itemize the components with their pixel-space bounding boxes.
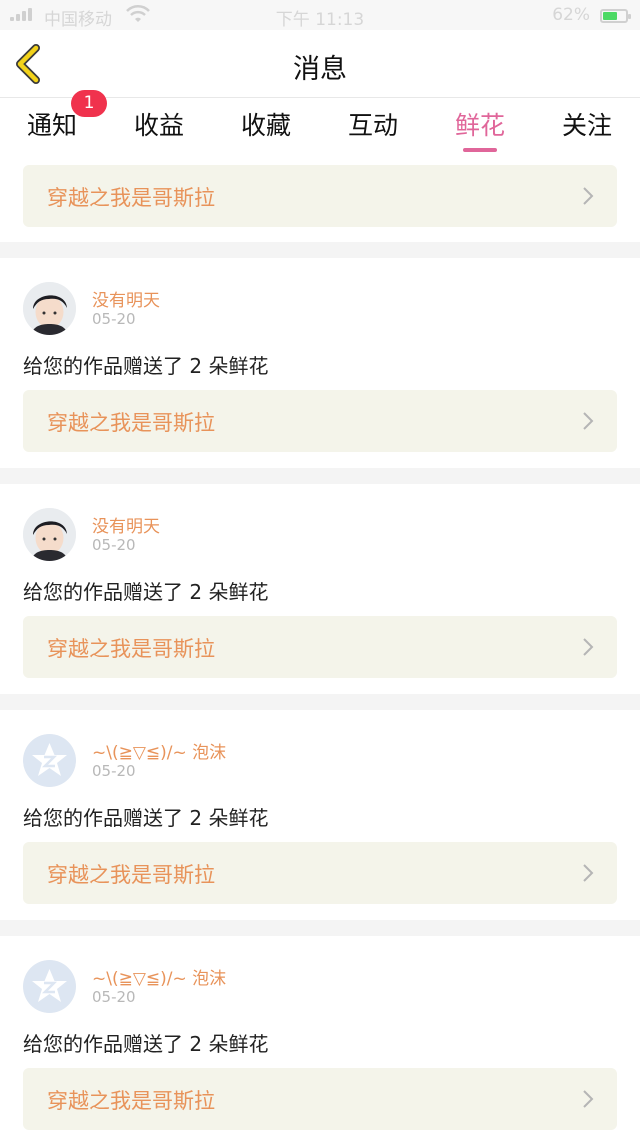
tab-indicator [463, 148, 497, 152]
tab-earnings[interactable]: 收益 [114, 106, 204, 142]
flower-message: ~\(≧▽≦)/~ 泡沫 05-20 给您的作品赠送了 2 朵鲜花 穿越之我是哥… [0, 710, 640, 920]
book-title: 穿越之我是哥斯拉 [47, 863, 215, 887]
default-star-avatar-icon [23, 960, 76, 1013]
section-divider [0, 694, 640, 710]
tab-follow[interactable]: 关注 [542, 106, 632, 142]
chevron-right-icon [583, 187, 594, 205]
chevron-right-icon [583, 864, 594, 882]
section-divider [0, 242, 640, 258]
notification-badge: 1 [71, 90, 107, 117]
book-card[interactable]: 穿越之我是哥斯拉 [23, 842, 617, 904]
message-text: 给您的作品赠送了 2 朵鲜花 [23, 580, 269, 604]
avatar[interactable] [23, 282, 76, 335]
section-divider [0, 920, 640, 936]
tab-favorites[interactable]: 收藏 [221, 106, 311, 142]
username[interactable]: 没有明天 [92, 286, 160, 311]
book-title: 穿越之我是哥斯拉 [47, 411, 215, 435]
username[interactable]: ~\(≧▽≦)/~ 泡沫 [92, 738, 226, 763]
tab-label: 收藏 [240, 111, 291, 140]
boy-photo-icon [23, 508, 76, 561]
battery-percent: 62% [552, 5, 590, 25]
tab-label: 收益 [133, 111, 184, 140]
message-date: 05-20 [92, 310, 136, 328]
battery-icon [600, 9, 631, 23]
book-card[interactable]: 穿越之我是哥斯拉 [23, 390, 617, 452]
chevron-right-icon [583, 412, 594, 430]
book-card[interactable]: 穿越之我是哥斯拉 [23, 616, 617, 678]
page-title: 消息 [293, 54, 347, 85]
book-title: 穿越之我是哥斯拉 [47, 1089, 215, 1113]
tab-label: 关注 [561, 111, 612, 140]
avatar[interactable] [23, 734, 76, 787]
boy-photo-icon [23, 282, 76, 335]
message-text: 给您的作品赠送了 2 朵鲜花 [23, 806, 269, 830]
message-date: 05-20 [92, 536, 136, 554]
message-date: 05-20 [92, 988, 136, 1006]
message-text: 给您的作品赠送了 2 朵鲜花 [23, 354, 269, 378]
tab-label: 鲜花 [454, 111, 505, 140]
chevron-right-icon [583, 1090, 594, 1108]
flower-message: ~\(≧▽≦)/~ 泡沫 05-20 给您的作品赠送了 2 朵鲜花 穿越之我是哥… [0, 936, 640, 1138]
book-card[interactable]: 穿越之我是哥斯拉 [23, 165, 617, 227]
book-title: 穿越之我是哥斯拉 [47, 637, 215, 661]
tab-flowers[interactable]: 鲜花 [435, 106, 525, 152]
book-title: 穿越之我是哥斯拉 [47, 186, 215, 210]
status-bar: 中国移动 下午 11:13 62% [0, 0, 640, 30]
book-card[interactable]: 穿越之我是哥斯拉 [23, 1068, 617, 1130]
username[interactable]: 没有明天 [92, 512, 160, 537]
username[interactable]: ~\(≧▽≦)/~ 泡沫 [92, 964, 226, 989]
tab-label: 互动 [347, 111, 398, 140]
nav-bar: 消息 [0, 30, 640, 98]
avatar[interactable] [23, 960, 76, 1013]
message-text: 给您的作品赠送了 2 朵鲜花 [23, 1032, 269, 1056]
flower-message: 没有明天 05-20 给您的作品赠送了 2 朵鲜花 穿越之我是哥斯拉 [0, 258, 640, 468]
flower-message: 没有明天 05-20 给您的作品赠送了 2 朵鲜花 穿越之我是哥斯拉 [0, 484, 640, 694]
section-divider [0, 468, 640, 484]
default-star-avatar-icon [23, 734, 76, 787]
status-time: 下午 11:13 [275, 10, 365, 30]
message-date: 05-20 [92, 762, 136, 780]
tab-label: 通知 [26, 111, 77, 140]
avatar[interactable] [23, 508, 76, 561]
chevron-right-icon [583, 638, 594, 656]
tab-interactions[interactable]: 互动 [328, 106, 418, 142]
